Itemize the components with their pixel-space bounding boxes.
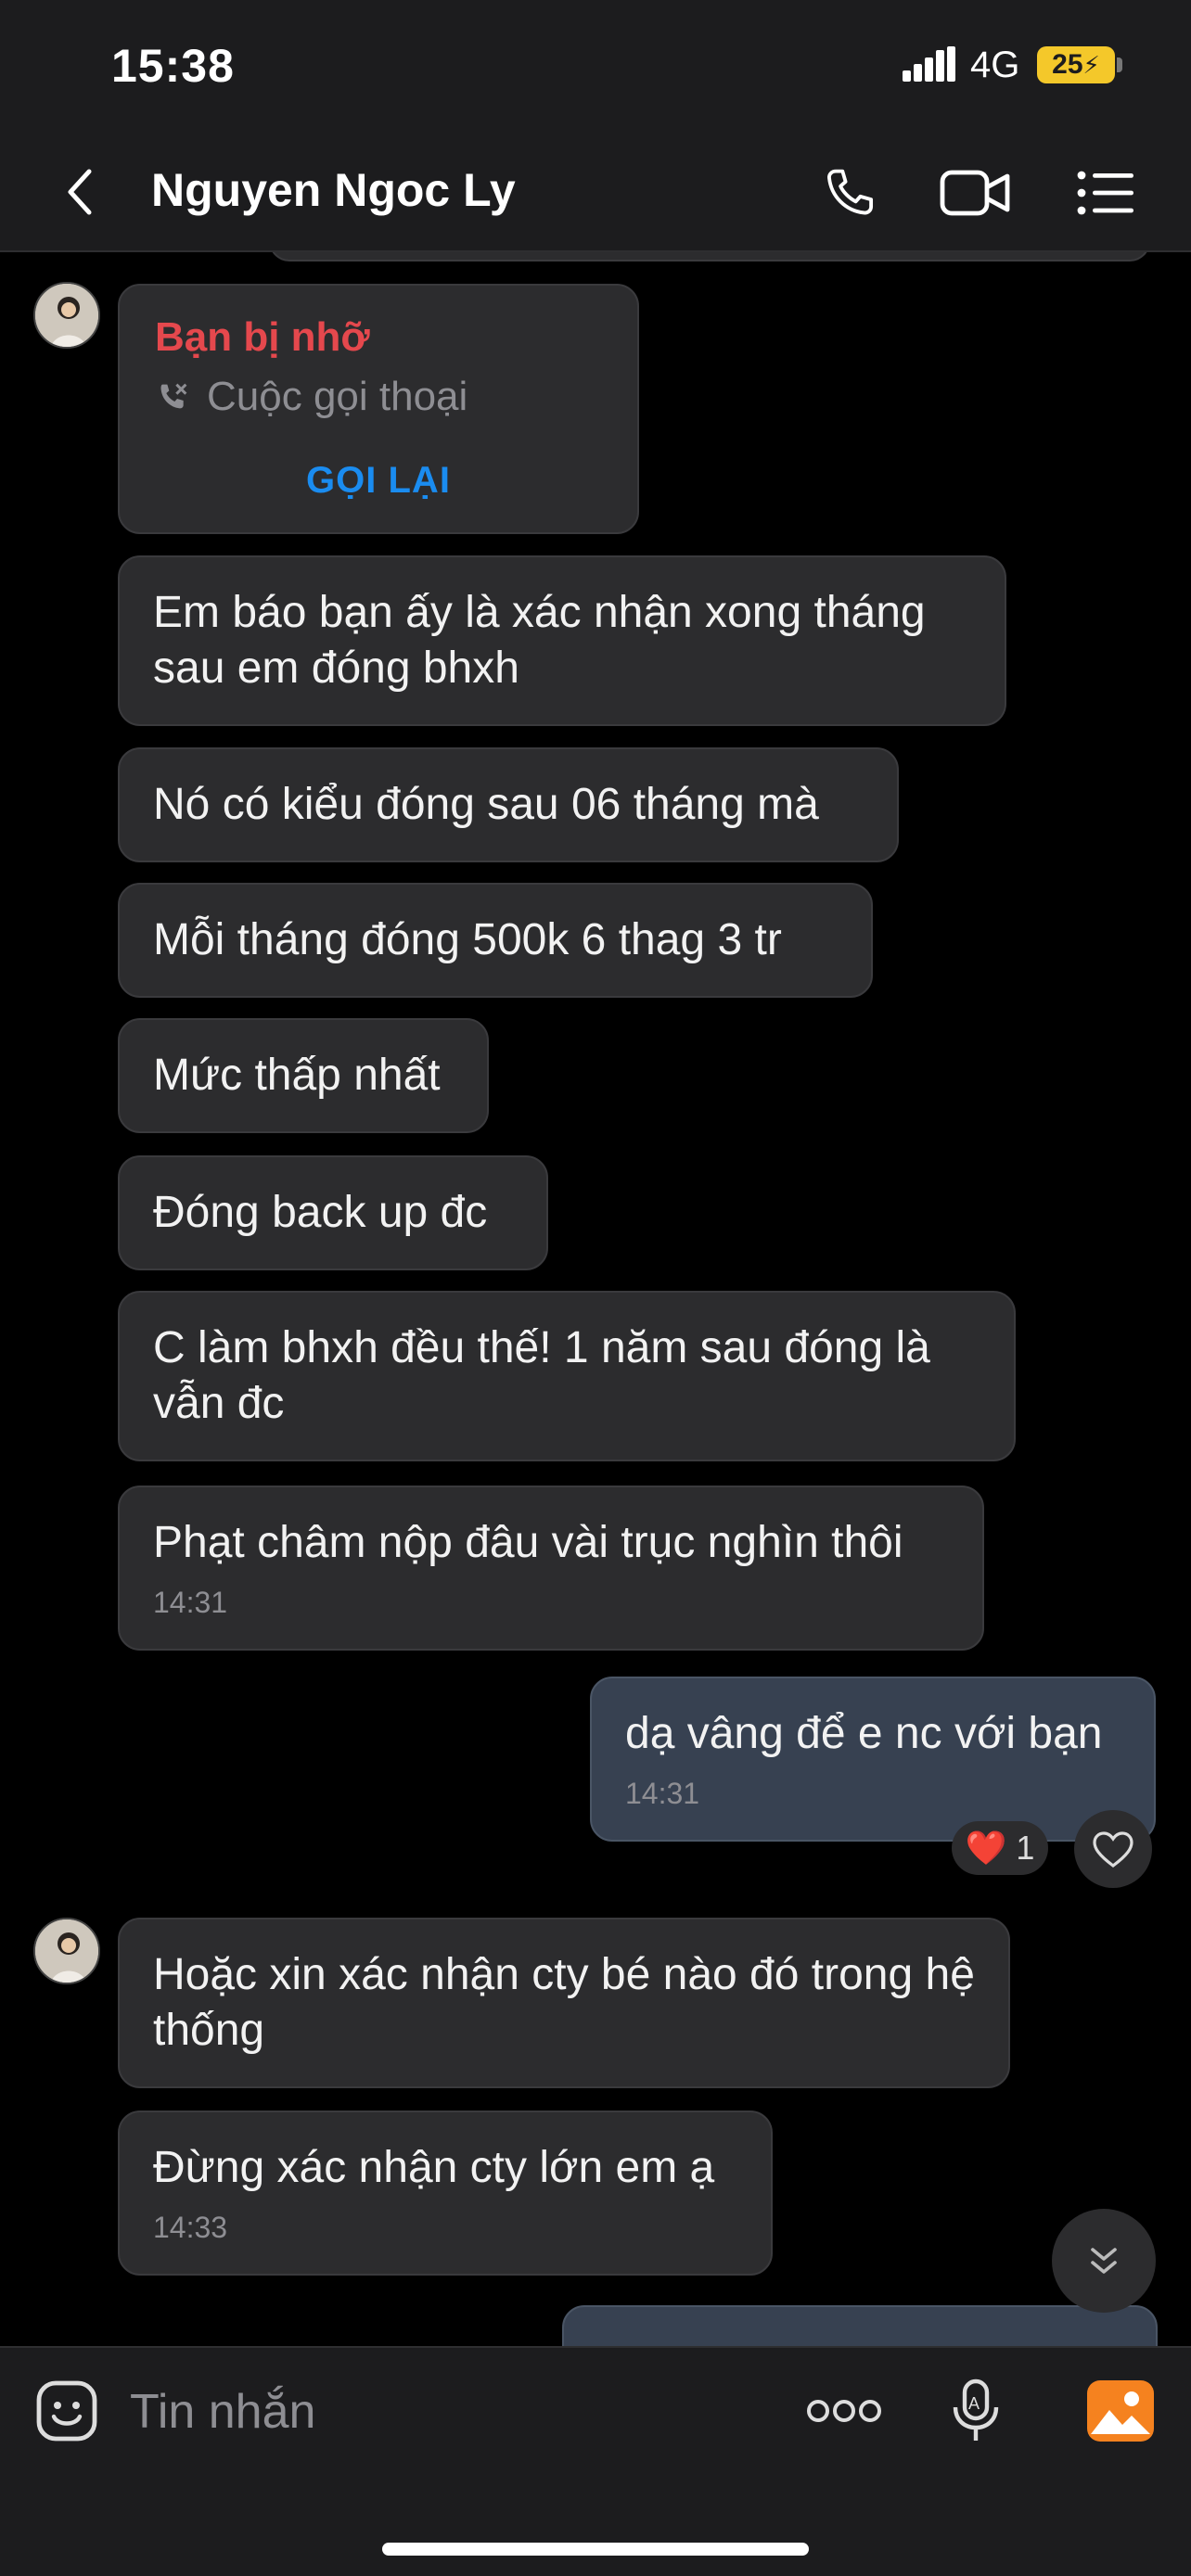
message-bubble[interactable]: Đừng xác nhận cty lớn em ạ 14:33: [118, 2111, 773, 2276]
message-bubble[interactable]: C làm bhxh đều thế! 1 năm sau đóng là vẫ…: [118, 1291, 1016, 1461]
message-time: 14:31: [153, 1586, 228, 1619]
message-text: Nó có kiểu đóng sau 06 tháng mà: [153, 780, 819, 829]
missed-call-type: Cuộc gọi thoại: [155, 369, 602, 425]
heart-outline-icon: [1093, 1831, 1133, 1868]
message-bubble[interactable]: Nó có kiểu đóng sau 06 tháng mà: [118, 747, 899, 862]
message-bubble[interactable]: Mỗi tháng đóng 500k 6 thag 3 tr: [118, 883, 873, 998]
message-text: Đừng xác nhận cty lớn em ạ: [153, 2143, 715, 2192]
svg-text:A: A: [968, 2394, 980, 2413]
message-bubble[interactable]: Đóng back up đc: [118, 1155, 548, 1270]
battery-icon: 25 ⚡: [1037, 46, 1115, 83]
message-time: 14:31: [625, 1777, 700, 1810]
message-bubble[interactable]: Em báo bạn ấy là xác nhận xong tháng sau…: [118, 555, 1006, 726]
phone-icon[interactable]: [813, 156, 887, 230]
chat-area[interactable]: Bạn bị nhỡ Cuộc gọi thoại GỌI LẠI Em báo…: [0, 252, 1191, 2346]
avatar[interactable]: [33, 1918, 100, 1984]
battery-tip: [1117, 57, 1122, 72]
gallery-icon[interactable]: [1082, 2372, 1159, 2450]
more-dots-icon[interactable]: [801, 2372, 887, 2450]
missed-call-icon: [160, 383, 187, 409]
avatar[interactable]: [33, 282, 100, 349]
message-bubble[interactable]: Mức thấp nhất: [118, 1018, 489, 1133]
missed-call-title: Bạn bị nhỡ: [155, 314, 370, 360]
message-text: Mỗi tháng đóng 500k 6 thag 3 tr: [153, 915, 782, 964]
network-type: 4G: [970, 45, 1020, 85]
message-composer: A: [0, 2346, 1191, 2576]
message-input[interactable]: [130, 2379, 742, 2444]
message-text: Hoặc xin xác nhận cty bé nào đó trong hệ…: [153, 1950, 975, 2055]
message-text: Em báo bạn ấy là xác nhận xong tháng sau…: [153, 588, 926, 693]
message-bubble-outgoing[interactable]: dạ vâng để e nc với bạn 14:31: [590, 1677, 1156, 1842]
status-bar: 15:38 4G 25 ⚡: [0, 0, 1191, 130]
message-text: Phạt châm nộp đâu vài trục nghìn thôi: [153, 1518, 903, 1567]
message-text: dạ vâng để e nc với bạn: [625, 1709, 1103, 1758]
message-bubble[interactable]: Phạt châm nộp đâu vài trục nghìn thôi 14…: [118, 1486, 984, 1651]
battery-level: 25: [1052, 49, 1083, 80]
contact-name[interactable]: Nguyen Ngoc Ly: [151, 163, 516, 217]
reaction-badge[interactable]: ❤️ 1: [952, 1821, 1048, 1875]
video-call-icon[interactable]: [939, 156, 1013, 230]
message-text: Đóng back up đc: [153, 1188, 488, 1237]
signal-icon: [903, 46, 955, 82]
message-text: C làm bhxh đều thế! 1 năm sau đóng là vẫ…: [153, 1323, 930, 1428]
react-heart-button[interactable]: [1074, 1810, 1152, 1888]
previous-message-edge: [269, 252, 1150, 261]
message-text: Mức thấp nhất: [153, 1051, 441, 1100]
heart-reaction-icon: ❤️: [965, 1829, 1007, 1867]
missed-call-subtitle: Cuộc gọi thoại: [207, 374, 468, 419]
missed-call-card: Bạn bị nhỡ Cuộc gọi thoại GỌI LẠI: [118, 284, 639, 534]
chevron-double-down-icon: [1091, 2248, 1117, 2274]
next-message-edge: [562, 2305, 1158, 2346]
reaction-count: 1: [1016, 1829, 1035, 1867]
scroll-to-bottom-button[interactable]: [1052, 2209, 1156, 2313]
message-time: 14:33: [153, 2211, 228, 2244]
message-bubble[interactable]: Hoặc xin xác nhận cty bé nào đó trong hệ…: [118, 1918, 1010, 2088]
home-indicator: [382, 2543, 809, 2556]
menu-list-icon[interactable]: [1069, 156, 1143, 230]
voice-to-text-icon[interactable]: A: [937, 2372, 1015, 2450]
back-icon[interactable]: [52, 159, 108, 224]
sticker-icon[interactable]: [28, 2372, 106, 2450]
chat-header: Nguyen Ngoc Ly: [0, 130, 1191, 252]
call-back-button[interactable]: GỌI LẠI: [155, 453, 602, 508]
status-time: 15:38: [111, 40, 235, 92]
